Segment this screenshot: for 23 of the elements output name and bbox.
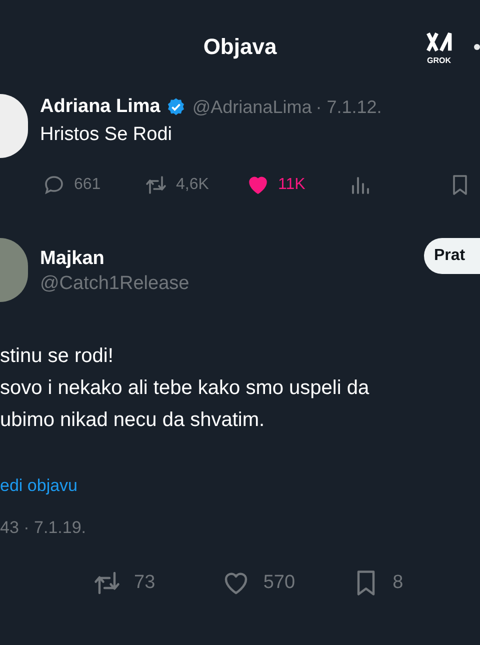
action-count: 73 [134,572,156,594]
post-text: Hristos Se Rodi [40,124,173,146]
grok-button[interactable]: GROK [426,30,452,65]
page-title: Objava [203,34,277,60]
action-count: 570 [263,572,296,594]
post-text-line: ubimo nikad necu da shvatim. [0,408,266,433]
translate-link[interactable]: edi objavu [0,476,78,496]
author-name: Majkan [40,248,106,270]
post-text-line: stinu se rodi! [0,344,114,369]
author-name: Adriana Lima [40,96,160,118]
more-icon[interactable] [474,44,480,50]
post-text-line: sovo i nekako ali tebe kako smo uspeli da [0,376,370,401]
post-timestamp: 43 · 7.1.19. [0,518,86,538]
author-handle[interactable]: @AdrianaLima [192,96,312,118]
comment-icon[interactable] [42,173,66,197]
post-date: · 7.1.12. [316,96,382,118]
follow-button[interactable]: Prat [424,238,480,274]
action-count: 661 [74,176,101,194]
action-count: 11K [278,176,306,194]
author-handle[interactable]: @Catch1Release [40,273,190,295]
action-count: 4,6K [176,176,209,194]
repost-icon[interactable] [144,173,168,197]
action-count: 8 [392,572,404,594]
